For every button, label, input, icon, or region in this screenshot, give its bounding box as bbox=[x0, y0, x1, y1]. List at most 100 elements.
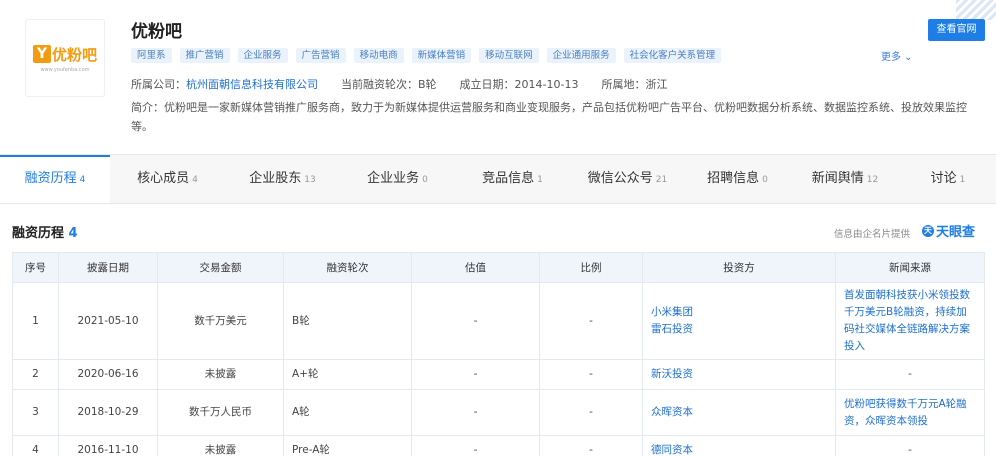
company-intro: 简介：优粉吧是一家新媒体营销推广服务商，致力于为新媒体提供运营服务和商业变现服务… bbox=[131, 101, 967, 133]
logo-letter: Y bbox=[32, 45, 51, 63]
cell-date: 2016-11-10 bbox=[58, 435, 158, 456]
visit-website-button[interactable]: 查看官网 bbox=[928, 19, 985, 41]
tab-core-members[interactable]: 核心成员 4 bbox=[110, 155, 225, 203]
col-header-amount: 交易金额 bbox=[157, 252, 284, 283]
cell-valuation: - bbox=[411, 435, 540, 456]
tab-label: 新闻舆情 bbox=[811, 171, 864, 186]
cell-no: 3 bbox=[12, 389, 59, 436]
logo-mark: Y 优粉吧 bbox=[32, 44, 97, 65]
round-label: 当前融资轮次： bbox=[341, 78, 418, 91]
founded-label: 成立日期： bbox=[459, 78, 515, 91]
cell-valuation: - bbox=[411, 389, 540, 436]
cell-ratio: - bbox=[539, 282, 643, 360]
section-title-text: 融资历程 bbox=[12, 226, 65, 241]
cell-round: A轮 bbox=[283, 389, 412, 436]
founded-value: 2014-10-13 bbox=[514, 78, 579, 91]
round-value: B轮 bbox=[418, 78, 437, 91]
tab-count: 1 bbox=[537, 175, 543, 185]
cell-amount: 数千万美元 bbox=[157, 282, 284, 360]
tab-wechat-accounts[interactable]: 微信公众号 21 bbox=[570, 155, 685, 203]
cell-ratio: - bbox=[539, 435, 643, 456]
investor-link[interactable]: 德同资本 bbox=[651, 442, 827, 456]
corner-decoration bbox=[956, 0, 996, 20]
cell-investors: 众晖资本 bbox=[642, 389, 836, 436]
cell-amount: 未披露 bbox=[157, 435, 284, 456]
tab-label: 企业业务 bbox=[367, 171, 420, 186]
tab-label: 讨论 bbox=[930, 171, 957, 186]
tab-label: 微信公众号 bbox=[587, 171, 653, 186]
tab-business[interactable]: 企业业务 0 bbox=[340, 155, 455, 203]
cell-no: 2 bbox=[12, 359, 59, 390]
investor-link[interactable]: 小米集团 bbox=[651, 304, 827, 321]
col-header-ratio: 比例 bbox=[539, 252, 643, 283]
col-header-no: 序号 bbox=[12, 252, 59, 283]
news-link[interactable]: 优粉吧获得数千万元A轮融资，众晖资本领投 bbox=[835, 389, 985, 436]
tag-item[interactable]: 移动电商 bbox=[353, 48, 404, 63]
cell-amount: 数千万人民币 bbox=[157, 389, 284, 436]
tab-count: 1 bbox=[959, 175, 966, 185]
tab-label: 招聘信息 bbox=[707, 171, 760, 186]
investor-link[interactable]: 雷石投资 bbox=[651, 321, 827, 338]
cell-no: 1 bbox=[12, 282, 59, 360]
cell-news: - bbox=[835, 359, 985, 390]
tag-item[interactable]: 移动互联网 bbox=[479, 48, 539, 63]
data-provider-note: 信息由企名片提供 bbox=[834, 229, 911, 240]
table-row: 2 2020-06-16 未披露 A+轮 - - 新沃投资 - bbox=[12, 359, 985, 390]
cell-date: 2020-06-16 bbox=[58, 359, 158, 390]
tag-item[interactable]: 企业服务 bbox=[237, 48, 288, 63]
tianyancha-icon: 天 bbox=[922, 224, 934, 237]
cell-date: 2021-05-10 bbox=[58, 282, 158, 360]
logo-text: 优粉吧 bbox=[51, 45, 97, 64]
cell-no: 4 bbox=[12, 435, 59, 456]
table-header-row: 序号 披露日期 交易金额 融资轮次 估值 比例 投资方 新闻来源 bbox=[12, 252, 985, 283]
investor-link[interactable]: 新沃投资 bbox=[651, 366, 827, 383]
col-header-valuation: 估值 bbox=[411, 252, 540, 283]
cell-round: A+轮 bbox=[283, 359, 412, 390]
investor-link[interactable]: 众晖资本 bbox=[651, 404, 827, 421]
tag-item[interactable]: 新媒体营销 bbox=[411, 48, 472, 63]
tab-financing[interactable]: 融资历程 4 bbox=[0, 155, 110, 203]
tag-item[interactable]: 阿里系 bbox=[131, 48, 172, 63]
tianyancha-logo[interactable]: 天天眼查 bbox=[922, 221, 975, 240]
tab-count: 4 bbox=[79, 175, 86, 185]
cell-ratio: - bbox=[539, 359, 643, 390]
region-label: 所属地： bbox=[601, 78, 646, 91]
table-row: 1 2021-05-10 数千万美元 B轮 - - 小米集团 雷石投资 首发面朝… bbox=[12, 282, 985, 360]
cell-ratio: - bbox=[539, 389, 643, 436]
tab-count: 13 bbox=[304, 175, 316, 185]
cell-valuation: - bbox=[411, 359, 540, 390]
tab-count: 4 bbox=[192, 175, 198, 185]
tag-item[interactable]: 广告营销 bbox=[295, 48, 346, 63]
tab-competitors[interactable]: 竞品信息 1 bbox=[455, 155, 570, 203]
cell-investors: 德同资本 bbox=[642, 435, 836, 456]
cell-investors: 小米集团 雷石投资 bbox=[642, 282, 836, 360]
region-value: 浙江 bbox=[645, 78, 668, 91]
tab-bar: 融资历程 4 核心成员 4 企业股东 13 企业业务 0 竞品信息 1 微信公众号 21 招… bbox=[0, 154, 996, 204]
col-header-investors: 投资方 bbox=[642, 252, 836, 283]
cell-round: B轮 bbox=[283, 282, 412, 360]
company-logo: Y 优粉吧 www.youfenba.com bbox=[25, 19, 105, 97]
cell-investors: 新沃投资 bbox=[642, 359, 836, 390]
tab-discussion[interactable]: 讨论 1 bbox=[900, 155, 996, 203]
table-row: 3 2018-10-29 数千万人民币 A轮 - - 众晖资本 优粉吧获得数千万… bbox=[12, 389, 985, 436]
financing-table: 序号 披露日期 交易金额 融资轮次 估值 比例 投资方 新闻来源 1 2021-… bbox=[12, 252, 985, 456]
tag-item[interactable]: 社会化客户关系管理 bbox=[623, 48, 722, 63]
col-header-round: 融资轮次 bbox=[283, 252, 412, 283]
section-title: 融资历程 4 bbox=[12, 222, 78, 241]
tag-item[interactable]: 推广营销 bbox=[179, 48, 230, 63]
tab-shareholders[interactable]: 企业股东 13 bbox=[225, 155, 340, 203]
table-row: 4 2016-11-10 未披露 Pre-A轮 - - 德同资本 - bbox=[12, 435, 985, 456]
tab-label: 融资历程 bbox=[24, 171, 77, 186]
tab-count: 0 bbox=[762, 175, 768, 185]
tab-count: 12 bbox=[866, 175, 879, 185]
news-link[interactable]: 首发面朝科技获小米领投数千万美元B轮融资，持续加码社交媒体全链路解决方案投入 bbox=[835, 282, 985, 360]
owner-company-link[interactable]: 杭州面朝信息科技有限公司 bbox=[186, 78, 318, 91]
cell-news: - bbox=[835, 435, 985, 456]
tab-news[interactable]: 新闻舆情 12 bbox=[790, 155, 900, 203]
more-tags-toggle[interactable]: 更多 ⌄ bbox=[881, 48, 913, 63]
tag-item[interactable]: 企业通用服务 bbox=[546, 48, 616, 63]
cell-amount: 未披露 bbox=[157, 359, 284, 390]
tab-jobs[interactable]: 招聘信息 0 bbox=[685, 155, 790, 203]
cell-valuation: - bbox=[411, 282, 540, 360]
col-header-news: 新闻来源 bbox=[835, 252, 985, 283]
